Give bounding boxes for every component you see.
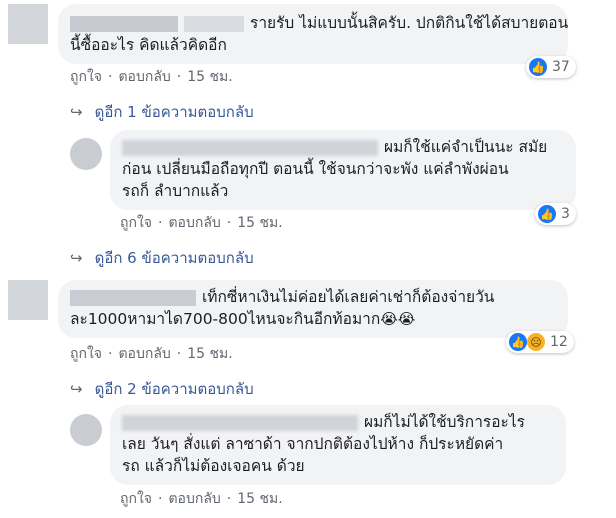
view-more-replies-label: ดูอีก 1 ข้อความตอบกลับ [94,103,254,121]
view-more-replies[interactable]: ↪ ดูอีก 6 ข้อความตอบกลับ [70,246,254,270]
comment-bubble: เท็กซี่หาเงินไม่ค่อยได้เลยค่าเช่าก็ต้องจ… [58,280,568,338]
comment-text-line: รายรับ ไม่แบบนั้นสิครับ. ปกติกินใช้ได้สบ… [250,14,569,32]
comment-text-line: นี้ซื้ออะไร คิดแล้วคิดอีก [70,36,227,54]
reaction-summary[interactable]: 👍 37 [526,56,576,78]
comment-actions: ถูกใจ · ตอบกลับ · 15 ชม. [120,491,283,507]
reply-button[interactable]: ตอบกลับ [118,69,170,85]
avatar[interactable] [70,414,102,446]
like-icon: 👍 [538,205,556,223]
commenter-name[interactable] [70,289,196,306]
comment-text-line: เท็กซี่หาเงินไม่ค่อยได้เลยค่าเช่าก็ต้องจ… [202,288,495,306]
comment-actions: ถูกใจ · ตอบกลับ · 15 ชม. [70,69,233,85]
comment-text-line: ก่อน เปลี่ยนมือถือทุกปี ตอนนี้ ใช้จนกว่า… [122,160,509,178]
comment-bubble: ผมก็ไม่ได้ใช้บริการอะไร เลย วันๆ สั่งแต่… [110,405,566,485]
reply-button[interactable]: ตอบกลับ [168,491,220,507]
reply-arrow-icon: ↪ [70,380,83,398]
avatar[interactable] [70,138,102,170]
view-more-replies-label: ดูอีก 2 ข้อความตอบกลับ [94,380,254,398]
reply-arrow-icon: ↪ [70,103,83,121]
like-button[interactable]: ถูกใจ [120,215,152,231]
commenter-name[interactable] [122,414,358,431]
like-icon: 👍 [509,333,527,351]
comment-actions: ถูกใจ · ตอบกลับ · 15 ชม. [120,215,283,231]
reaction-count: 3 [561,206,570,222]
commenter-name[interactable] [70,15,178,32]
reaction-count: 37 [552,59,570,75]
comment-text-line: ผมก็ใช้แค่จำเป็นนะ สมัย [384,138,548,156]
timestamp[interactable]: 15 ชม. [187,69,232,85]
reply-arrow-icon: ↪ [70,249,83,267]
comment-text-line: ละ1000หามาได700-800ไหนจะกินอีกท้อมาก [70,310,381,328]
avatar[interactable] [8,280,48,320]
reaction-summary[interactable]: 👍 ☹ 12 [506,331,574,353]
like-icon: 👍 [529,58,547,76]
view-more-replies[interactable]: ↪ ดูอีก 1 ข้อความตอบกลับ [70,100,254,124]
comment-text-line: เลย วันๆ สั่งแต่ ลาซาด้า จากปกติต้องไปห้… [122,435,504,453]
commenter-name-blur [184,15,244,32]
comment-text-line: รถก็ ลำบากแล้ว [122,182,229,200]
reply-button[interactable]: ตอบกลับ [118,346,170,362]
comment-bubble: รายรับ ไม่แบบนั้นสิครับ. ปกติกินใช้ได้สบ… [58,4,568,64]
timestamp[interactable]: 15 ชม. [187,346,232,362]
reaction-summary[interactable]: 👍 3 [535,203,576,225]
avatar[interactable] [8,4,48,44]
view-more-replies-label: ดูอีก 6 ข้อความตอบกลับ [94,249,254,267]
timestamp[interactable]: 15 ชม. [237,491,282,507]
comment-text-line: รถ แล้วก็ไม่ต้องเจอคน ด้วย [122,457,305,475]
sad-icon: ☹ [527,333,545,351]
like-button[interactable]: ถูกใจ [70,346,102,362]
like-button[interactable]: ถูกใจ [120,491,152,507]
commenter-name[interactable] [122,139,378,156]
reaction-count: 12 [550,334,568,350]
crying-emoji: 😭😭 [380,310,416,328]
timestamp[interactable]: 15 ชม. [237,215,282,231]
like-button[interactable]: ถูกใจ [70,69,102,85]
comment-text-line: ผมก็ไม่ได้ใช้บริการอะไร [364,413,525,431]
comment-actions: ถูกใจ · ตอบกลับ · 15 ชม. [70,346,233,362]
comment-bubble: ผมก็ใช้แค่จำเป็นนะ สมัย ก่อน เปลี่ยนมือถ… [110,130,576,210]
reply-button[interactable]: ตอบกลับ [168,215,220,231]
view-more-replies[interactable]: ↪ ดูอีก 2 ข้อความตอบกลับ [70,377,254,401]
